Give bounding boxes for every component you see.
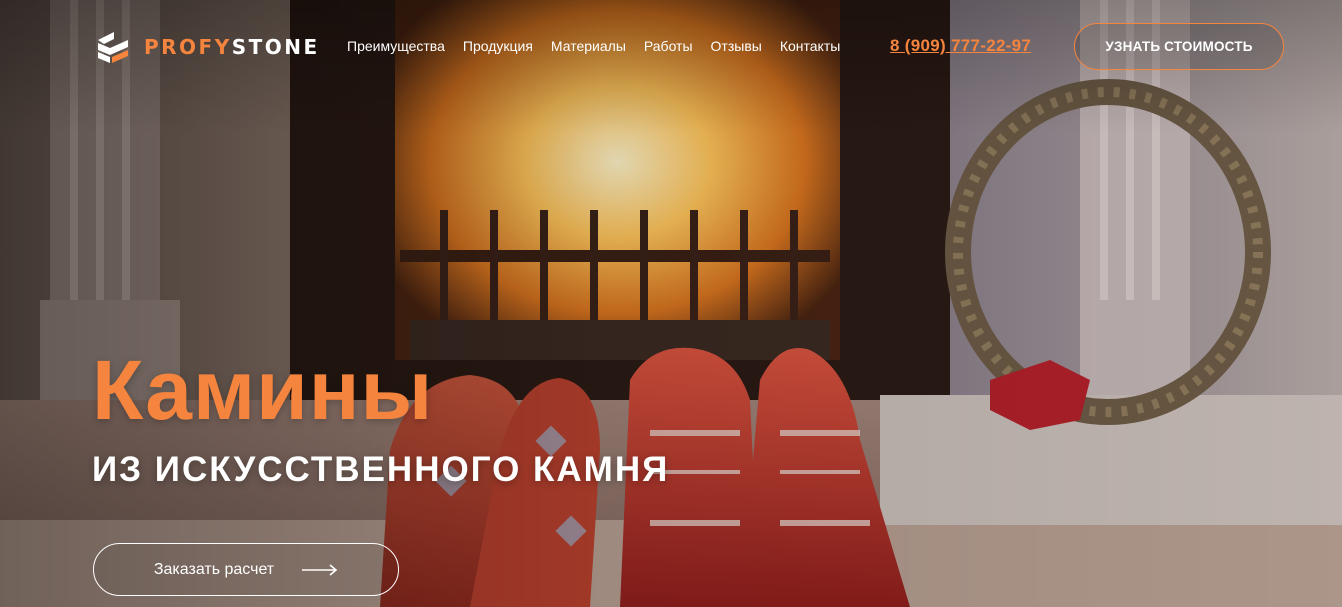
nav-item-reviews[interactable]: Отзывы	[711, 37, 762, 55]
get-price-button-label: УЗНАТЬ СТОИМОСТЬ	[1105, 39, 1253, 54]
logo[interactable]: PROFYSTONE	[96, 30, 320, 64]
get-price-button[interactable]: УЗНАТЬ СТОИМОСТЬ	[1074, 23, 1284, 70]
hero-section: PROFYSTONE Преимущества Продукция Матери…	[0, 0, 1342, 607]
nav-item-advantages[interactable]: Преимущества	[347, 37, 445, 55]
nav-item-materials[interactable]: Материалы	[551, 37, 626, 55]
nav-item-works[interactable]: Работы	[644, 37, 693, 55]
hero-subtitle: ИЗ ИСКУССТВЕННОГО КАМНЯ	[92, 450, 670, 489]
order-calculation-button-label: Заказать расчет	[153, 560, 275, 578]
order-calculation-button[interactable]: Заказать расчет	[93, 543, 399, 596]
nav-item-products[interactable]: Продукция	[463, 37, 533, 55]
phone-link[interactable]: 8 (909) 777-22-97	[890, 36, 1031, 56]
logo-text-accent: PROFY	[144, 35, 232, 59]
nav-item-contacts[interactable]: Контакты	[780, 37, 840, 55]
hero-title: Камины	[92, 343, 434, 437]
main-nav: Преимущества Продукция Материалы Работы …	[347, 37, 840, 55]
arrow-right-icon	[302, 563, 338, 576]
logo-text: PROFYSTONE	[144, 35, 320, 59]
site-header: PROFYSTONE Преимущества Продукция Матери…	[0, 0, 1342, 92]
logo-text-rest: STONE	[231, 35, 320, 59]
stone-logo-icon	[98, 32, 128, 63]
